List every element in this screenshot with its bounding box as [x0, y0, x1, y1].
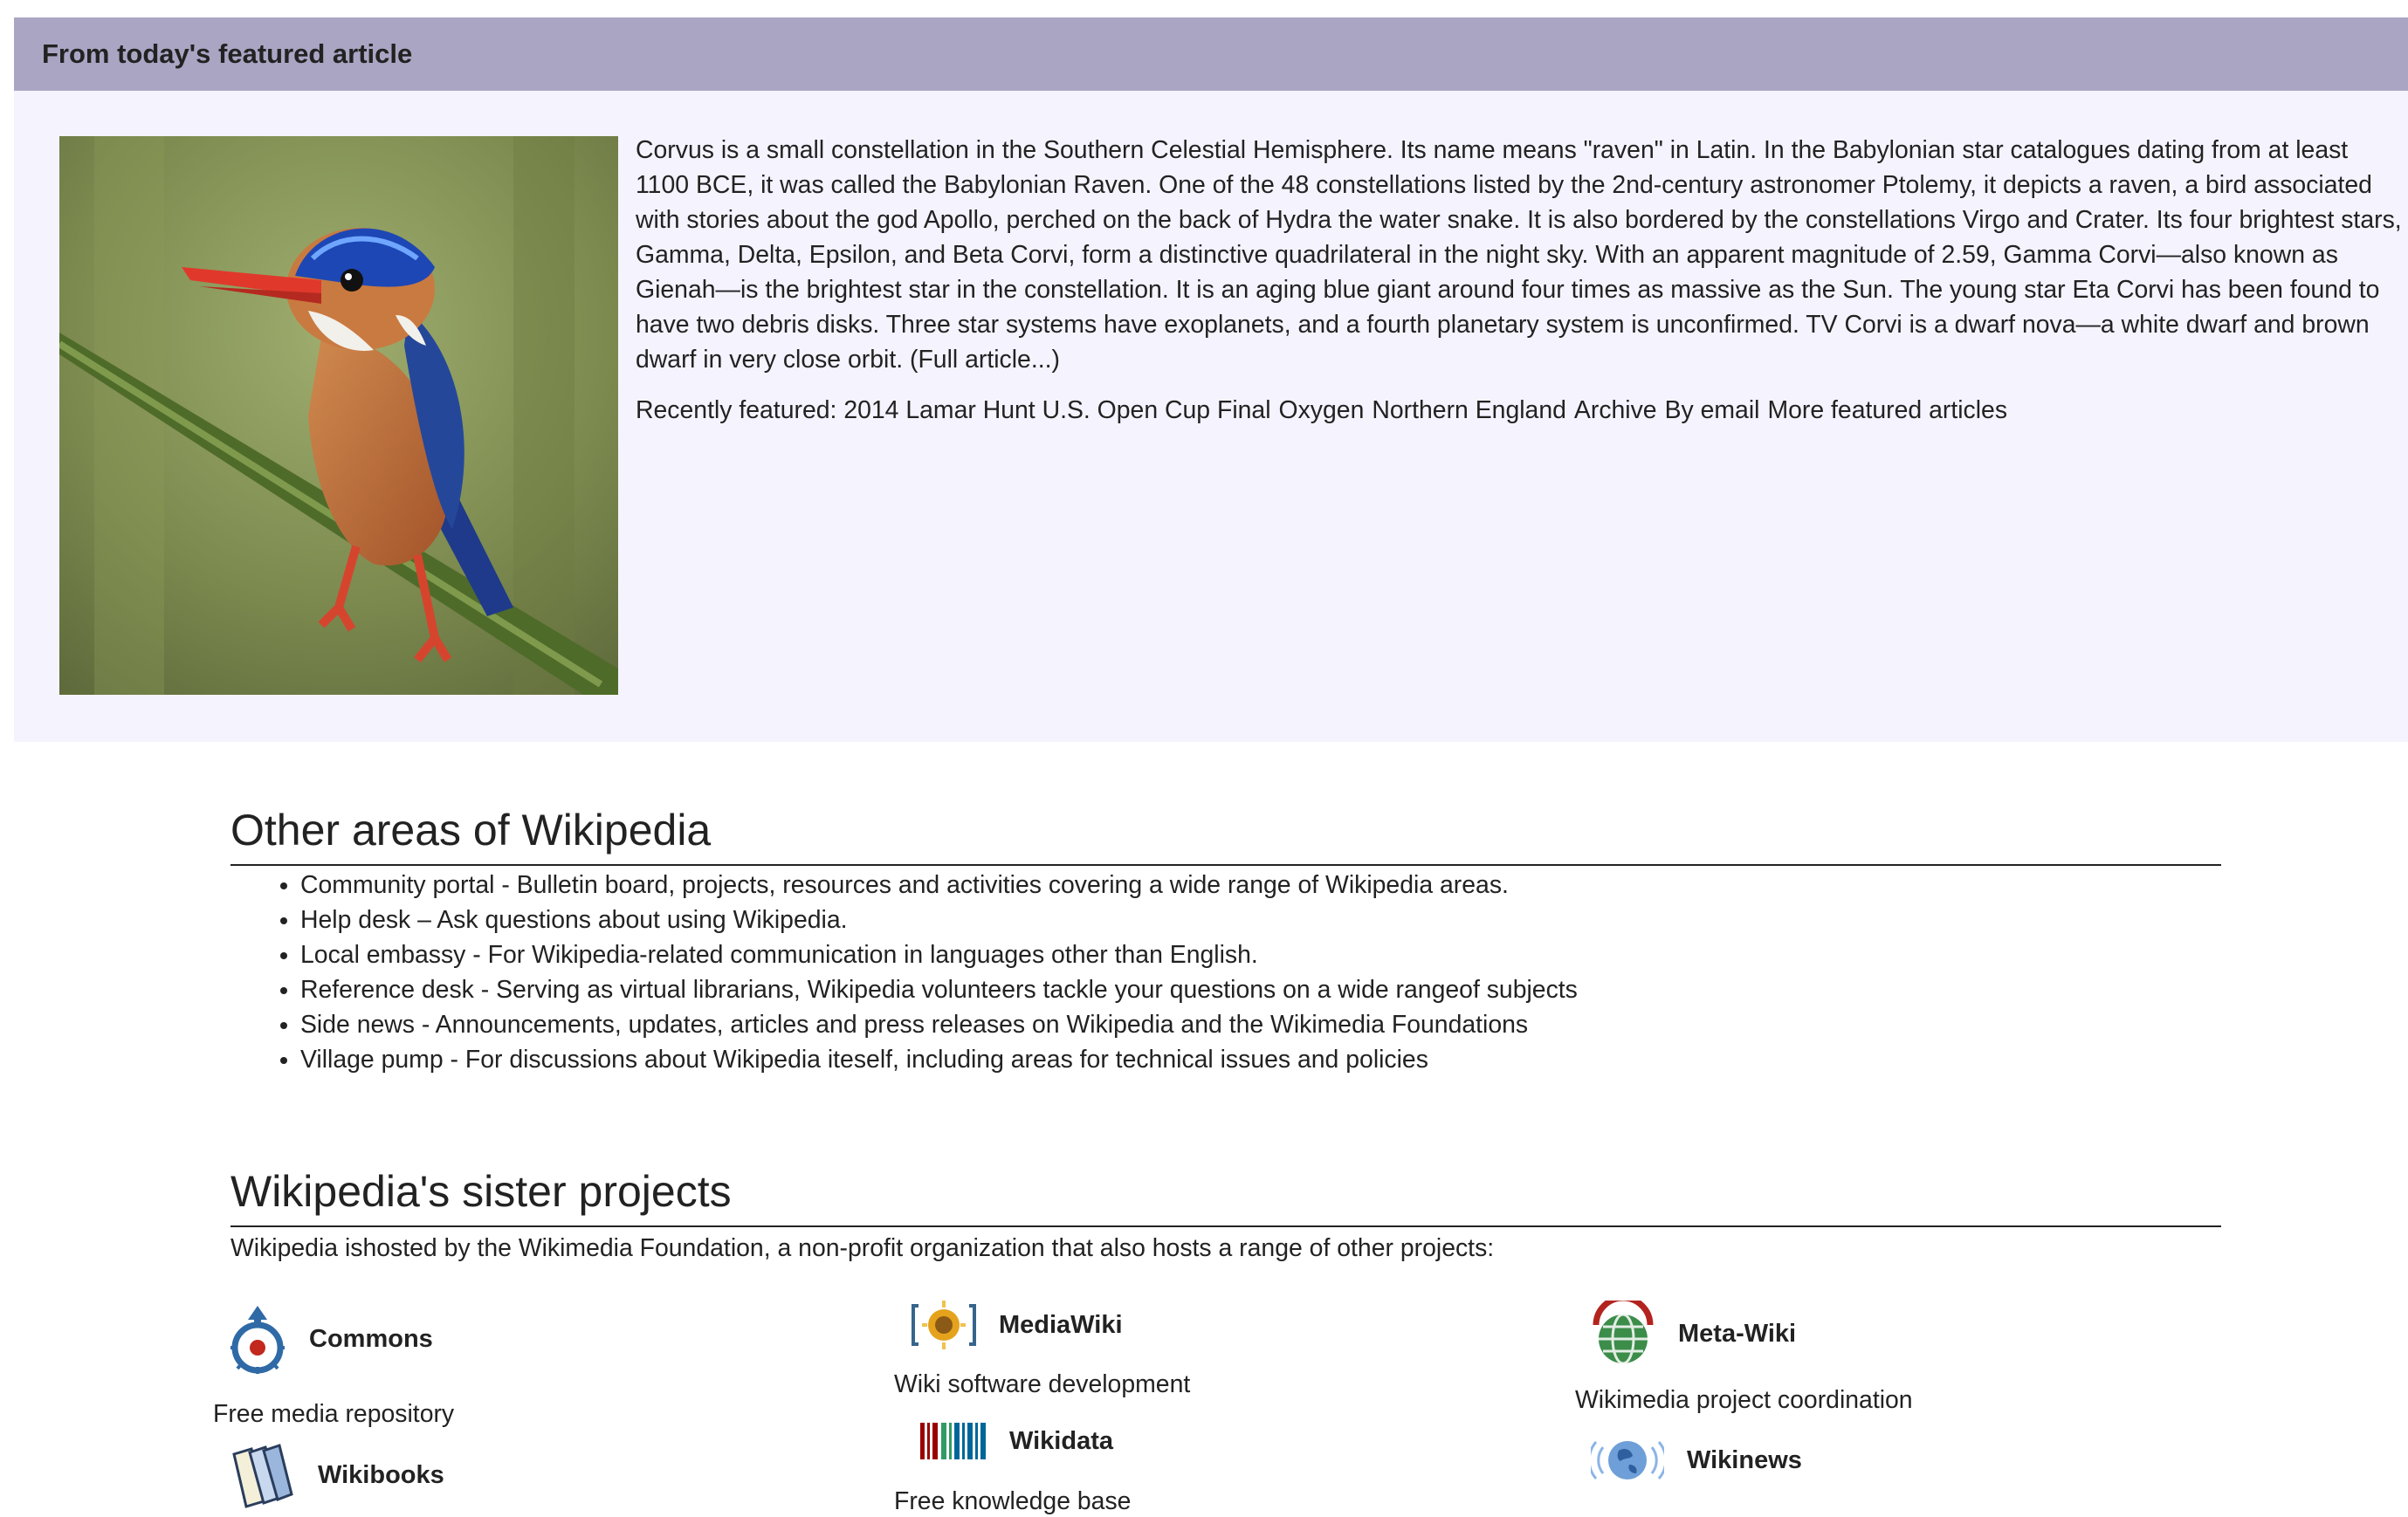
local-embassy-link[interactable]: Local embassy	[300, 941, 465, 969]
commons-project: Commons	[229, 1302, 433, 1376]
featured-article-paragraph: Corvus is a small constellation in the S…	[636, 133, 2408, 377]
sister-projects-intro: Wikipedia ishosted by the Wikimedia Foun…	[230, 1234, 1495, 1262]
wikibooks-link[interactable]: Wikibooks	[318, 1461, 444, 1490]
reference-desk-link[interactable]: Reference desk	[300, 976, 474, 1004]
commons-description: Free media repository	[213, 1400, 455, 1428]
list-item-description: – Ask questions about using Wikipedia.	[410, 906, 848, 934]
recently-featured-link[interactable]: Northern England	[1372, 396, 1566, 424]
recently-featured-label: Recently featured:	[636, 396, 837, 424]
featured-article-header: From today's featured article	[14, 17, 2408, 91]
recently-featured-line: Recently featured: 2014 Lamar Hunt U.S. …	[636, 393, 2408, 428]
community-portal-link[interactable]: Community portal	[300, 871, 494, 899]
list-item-description: - For discussions about Wikipedia itesel…	[443, 1046, 1428, 1074]
commons-link[interactable]: Commons	[309, 1325, 433, 1354]
other-areas-heading: Other areas of Wikipedia	[230, 803, 2221, 866]
list-item-description: - Bulletin board, projects, resources an…	[494, 871, 1509, 899]
commons-icon[interactable]	[229, 1302, 286, 1376]
archive-link[interactable]: Archive	[1574, 396, 1657, 424]
village-pump-link[interactable]: Village pump	[300, 1046, 444, 1074]
wikidata-link[interactable]: Wikidata	[1009, 1427, 1113, 1456]
side-news-link[interactable]: Side news	[300, 1011, 415, 1039]
other-areas-section: Other areas of Wikipedia Community porta…	[230, 803, 2221, 1077]
wikibooks-icon[interactable]	[229, 1442, 295, 1508]
other-areas-list: Community portal - Bulletin board, proje…	[230, 868, 2221, 1077]
more-featured-articles-link[interactable]: More featured articles	[1767, 396, 2007, 424]
wikinews-link[interactable]: Wikinews	[1687, 1446, 1802, 1475]
metawiki-link[interactable]: Meta-Wiki	[1678, 1320, 1796, 1349]
list-item-description: - For Wikipedia-related communication in…	[465, 941, 1258, 969]
recently-featured-link[interactable]: 2014 Lamar Hunt U.S. Open Cup Final	[843, 396, 1270, 424]
mediawiki-project: MediaWiki	[912, 1299, 1123, 1351]
list-item: Side news - Announcements, updates, arti…	[300, 1007, 2221, 1042]
sister-projects-section: Wikipedia's sister projects Wikipedia is…	[230, 1164, 2221, 1266]
featured-article-text: Corvus is a small constellation in the S…	[636, 133, 2408, 443]
featured-article-heading: From today's featured article	[42, 38, 413, 69]
sister-projects-heading: Wikipedia's sister projects	[230, 1164, 2221, 1227]
list-item: Reference desk - Serving as virtual libr…	[300, 972, 2221, 1007]
help-desk-link[interactable]: Help desk	[300, 906, 410, 934]
metawiki-icon[interactable]	[1591, 1301, 1655, 1367]
list-item: Local embassy - For Wikipedia-related co…	[300, 937, 2221, 972]
featured-article-body: Corvus is a small constellation in the S…	[636, 136, 2402, 374]
wikinews-icon[interactable]	[1591, 1433, 1664, 1487]
featured-article-panel: From today's featured article Corvus is …	[14, 17, 2408, 742]
metawiki-project: Meta-Wiki	[1591, 1301, 1796, 1367]
full-article-link[interactable]: (Full article...)	[910, 346, 1060, 374]
wikidata-description: Free knowledge base	[894, 1487, 1132, 1515]
mediawiki-link[interactable]: MediaWiki	[999, 1311, 1123, 1340]
list-item: Community portal - Bulletin board, proje…	[300, 868, 2221, 903]
list-item: Village pump - For discussions about Wik…	[300, 1042, 2221, 1077]
list-item-description: - Serving as virtual librarians, Wikiped…	[473, 976, 1578, 1004]
list-item-description: - Announcements, updates, articles and p…	[415, 1011, 1529, 1039]
wikinews-project: Wikinews	[1591, 1433, 1802, 1487]
mediawiki-icon[interactable]	[912, 1299, 976, 1351]
mediawiki-description: Wiki software development	[894, 1370, 1191, 1398]
metawiki-description: Wikimedia project coordination	[1575, 1386, 1913, 1414]
recently-featured-link[interactable]: Oxygen	[1279, 396, 1365, 424]
by-email-link[interactable]: By email	[1665, 396, 1760, 424]
wikidata-icon[interactable]	[920, 1421, 987, 1461]
wikidata-project: Wikidata	[920, 1421, 1113, 1461]
list-item: Help desk – Ask questions about using Wi…	[300, 903, 2221, 937]
wikibooks-project: Wikibooks	[229, 1442, 444, 1508]
featured-image-kingfisher[interactable]	[59, 136, 618, 695]
